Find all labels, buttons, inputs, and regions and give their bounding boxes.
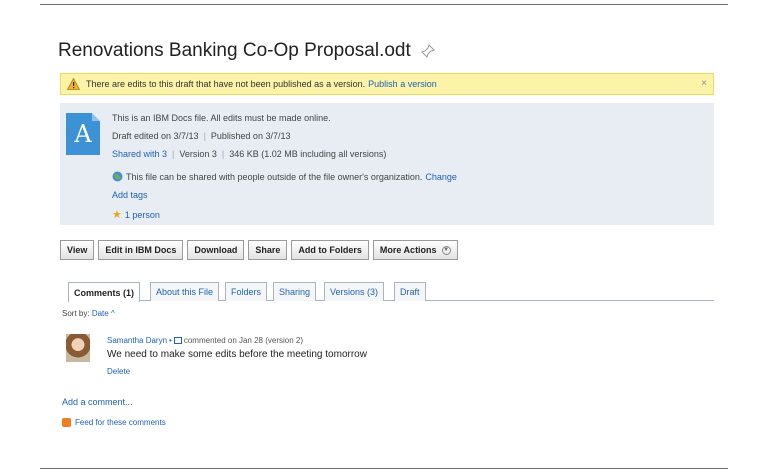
sort-label: Sort by: <box>62 309 90 318</box>
tab-folders[interactable]: Folders <box>225 282 268 301</box>
likes-line: ★ 1 person <box>112 208 160 221</box>
change-link[interactable]: Change <box>425 172 457 182</box>
chevron-down-icon: ▼ <box>441 245 451 255</box>
external-sharing-line: This file can be shared with people outs… <box>112 171 457 182</box>
feed-label[interactable]: Feed for these comments <box>75 418 166 427</box>
top-rule <box>40 4 728 5</box>
tab-about[interactable]: About this File <box>150 282 220 301</box>
close-icon[interactable]: × <box>701 78 707 89</box>
published-date: Published on 3/7/13 <box>210 131 291 141</box>
tab-sharing[interactable]: Sharing <box>273 282 317 301</box>
sort-date-link[interactable]: Date <box>92 309 109 318</box>
add-to-folders-button[interactable]: Add to Folders <box>291 240 369 260</box>
comment-body: We need to make some edits before the me… <box>107 349 367 360</box>
action-toolbar: View Edit in IBM Docs Download Share Add… <box>60 240 458 260</box>
bottom-rule <box>40 468 728 469</box>
ibm-docs-note: This is an IBM Docs file. All edits must… <box>112 113 331 123</box>
file-info-panel: A This is an IBM Docs file. All edits mu… <box>60 103 714 225</box>
sort-control: Sort by: Date ^ <box>62 309 115 318</box>
star-icon[interactable]: ★ <box>112 208 122 221</box>
publish-version-link[interactable]: Publish a version <box>368 79 437 89</box>
unpublished-edits-banner: There are edits to this draft that have … <box>60 73 714 95</box>
page-title: Renovations Banking Co-Op Proposal.odt <box>58 40 435 62</box>
comment-meta: Samantha Daryn • commented on Jan 28 (ve… <box>107 336 304 345</box>
tab-bar: Comments (1) About this File Folders Sha… <box>68 282 714 302</box>
globe-icon <box>112 171 123 182</box>
edit-dates: Draft edited on 3/7/13 | Published on 3/… <box>112 131 291 141</box>
share-button[interactable]: Share <box>248 240 288 260</box>
pin-icon[interactable] <box>420 44 435 58</box>
file-size: 346 KB (1.02 MB including all versions) <box>229 149 387 159</box>
tab-versions[interactable]: Versions (3) <box>324 282 385 301</box>
draft-edited: Draft edited on 3/7/13 <box>112 131 199 141</box>
version-number: Version 3 <box>179 149 217 159</box>
business-card-icon[interactable] <box>173 337 182 344</box>
view-button[interactable]: View <box>60 240 95 260</box>
tab-draft[interactable]: Draft <box>394 282 426 301</box>
shared-with-link[interactable]: Shared with 3 <box>112 149 167 159</box>
delete-comment-link[interactable]: Delete <box>107 367 130 376</box>
add-comment-link[interactable]: Add a comment... <box>62 397 133 407</box>
comment-author[interactable]: Samantha Daryn <box>107 336 167 345</box>
external-note: This file can be shared with people outs… <box>126 171 423 182</box>
edit-in-ibm-docs-button[interactable]: Edit in IBM Docs <box>98 240 184 260</box>
rss-feed-icon <box>62 418 71 427</box>
comment-date: commented on Jan 28 (version 2) <box>183 336 304 345</box>
banner-text: There are edits to this draft that have … <box>86 79 366 89</box>
avatar[interactable] <box>66 334 90 362</box>
more-actions-label: More Actions <box>379 245 437 255</box>
tab-comments[interactable]: Comments (1) <box>68 282 141 302</box>
document-title: Renovations Banking Co-Op Proposal.odt <box>58 40 411 61</box>
warning-icon <box>67 78 80 90</box>
download-button[interactable]: Download <box>187 240 245 260</box>
comments-feed-link[interactable]: Feed for these comments <box>62 418 166 427</box>
document-icon: A <box>66 113 100 155</box>
likes-count[interactable]: 1 person <box>125 210 160 220</box>
add-tags-link[interactable]: Add tags <box>112 190 148 200</box>
sort-arrow-icon[interactable]: ^ <box>111 309 115 318</box>
more-actions-button[interactable]: More Actions ▼ <box>372 240 458 260</box>
file-stats: Shared with 3 | Version 3 | 346 KB (1.02… <box>112 149 387 159</box>
